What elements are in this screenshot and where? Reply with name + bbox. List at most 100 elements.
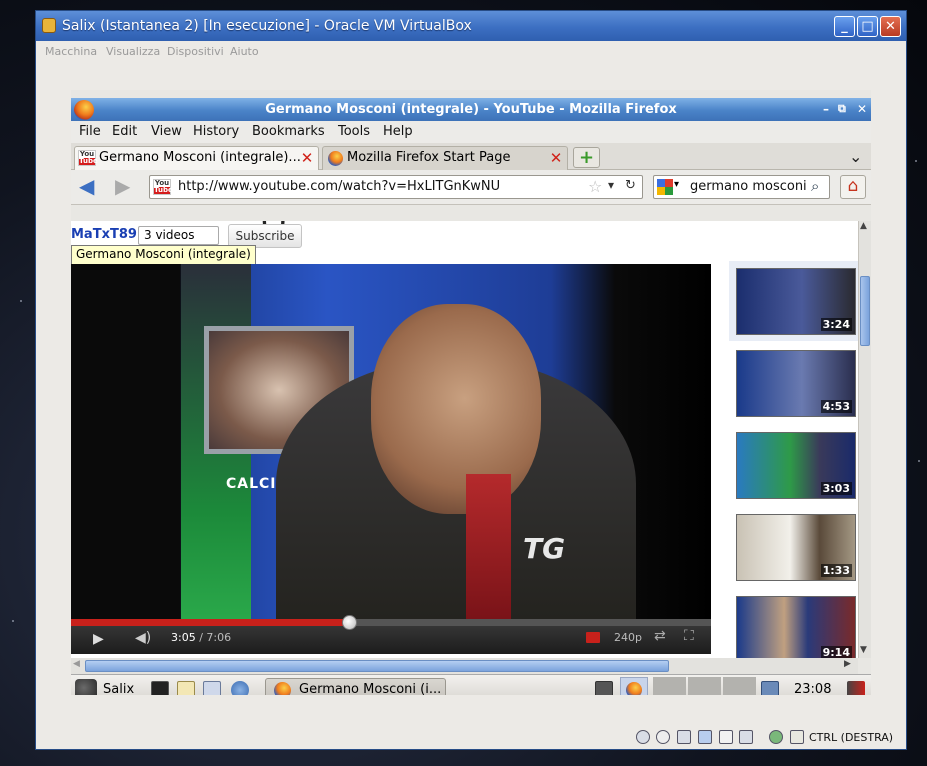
horizontal-scrollbar[interactable]: ◀ ▶ — [71, 658, 858, 674]
firefox-maximize-button[interactable]: ⧉ — [838, 102, 846, 116]
home-icon[interactable]: ⌂ — [840, 175, 866, 199]
tab-strip: You Tube Germano Mosconi (integrale)... ✕… — [71, 143, 871, 170]
minimize-button[interactable]: _ — [834, 16, 855, 37]
workspace-3[interactable] — [688, 677, 721, 695]
popout-icon[interactable]: ⇄ — [654, 628, 666, 644]
scroll-down-icon[interactable]: ▼ — [860, 645, 867, 655]
display-icon[interactable] — [739, 730, 753, 744]
tab-close-icon[interactable]: ✕ — [300, 151, 314, 166]
tab-start-page[interactable]: Mozilla Firefox Start Page ✕ — [322, 146, 568, 170]
horizontal-scroll-thumb[interactable] — [85, 660, 669, 672]
search-bar[interactable]: ▾ ⌕ — [653, 175, 830, 199]
virtualbox-statusbar: CTRL (DESTRA) — [36, 725, 906, 749]
related-video-thumb[interactable]: 4:53 — [736, 350, 856, 417]
menu-aiuto[interactable]: Aiuto — [230, 45, 259, 58]
play-icon[interactable]: ▶ — [93, 631, 104, 647]
usb-icon[interactable] — [677, 730, 691, 744]
start-menu-button[interactable]: Salix — [103, 682, 134, 695]
network-adapter-icon[interactable] — [698, 730, 712, 744]
vertical-scrollbar[interactable]: ▲ ▼ — [858, 221, 871, 658]
tab-close-icon[interactable]: ✕ — [549, 151, 563, 166]
browser-launcher-icon[interactable] — [231, 681, 249, 695]
menu-bookmarks[interactable]: Bookmarks — [252, 124, 325, 139]
taskbar-window-button[interactable]: Germano Mosconi (i... — [265, 678, 446, 695]
guest-screen[interactable]: Germano Mosconi (integrale) - YouTube - … — [71, 90, 871, 695]
firefox-taskbar-icon — [274, 682, 291, 695]
tooltip: Germano Mosconi (integrale) — [71, 245, 256, 265]
menu-edit[interactable]: Edit — [112, 124, 137, 139]
menu-tools[interactable]: Tools — [338, 124, 370, 139]
related-video-thumb[interactable]: 9:14 — [736, 596, 856, 658]
quality-selector[interactable]: 240p — [614, 631, 642, 644]
workspace-2[interactable] — [653, 677, 686, 695]
menu-view[interactable]: View — [151, 124, 182, 139]
back-button[interactable]: ◀ — [79, 176, 94, 196]
salix-logo-icon[interactable] — [75, 679, 97, 695]
scroll-right-icon[interactable]: ▶ — [844, 659, 851, 669]
menu-dispositivi[interactable]: Dispositivi — [167, 45, 224, 58]
menu-visualizza[interactable]: Visualizza — [106, 45, 160, 58]
tab-list-button[interactable]: ⌄ — [849, 147, 862, 166]
capture-icon[interactable] — [769, 730, 783, 744]
optical-drive-icon[interactable] — [656, 730, 670, 744]
close-button[interactable]: ✕ — [880, 16, 901, 37]
tab-youtube[interactable]: You Tube Germano Mosconi (integrale)... ✕ — [74, 146, 319, 170]
forward-button[interactable]: ▶ — [115, 176, 130, 196]
workspace-1[interactable] — [620, 677, 648, 695]
workspace-4[interactable] — [723, 677, 756, 695]
firefox-titlebar[interactable]: Germano Mosconi (integrale) - YouTube - … — [71, 98, 871, 121]
url-input[interactable] — [178, 179, 578, 194]
volume-icon[interactable]: ◀) — [135, 630, 151, 646]
search-icon[interactable]: ⌕ — [811, 177, 819, 195]
terminal-icon[interactable] — [151, 681, 169, 695]
maximize-button[interactable]: □ — [857, 16, 878, 37]
text-editor-icon[interactable] — [177, 681, 195, 695]
navigation-toolbar: ◀ ▶ YouTube ☆ ▾ ↻ ▾ ⌕ ⌂ — [71, 170, 871, 205]
url-dropdown-icon[interactable]: ▾ — [608, 178, 614, 192]
hard-disk-icon[interactable] — [636, 730, 650, 744]
videos-count-dropdown[interactable]: 3 videos — [138, 226, 219, 245]
search-input[interactable] — [690, 179, 810, 194]
google-search-engine-icon[interactable] — [657, 179, 673, 195]
scrubber-handle[interactable] — [341, 615, 357, 630]
time-display: 3:05 / 7:06 — [171, 631, 231, 644]
related-video-thumb[interactable]: 3:03 — [736, 432, 856, 499]
duration-label: 9:14 — [820, 646, 852, 658]
site-identity-icon[interactable]: You Tube — [153, 179, 173, 195]
video-player[interactable]: CALCIO TG ▶ ◀) 3:05 / 7:06 240p ⇄ ⛶ — [71, 264, 711, 654]
file-manager-icon[interactable] — [203, 681, 221, 695]
reload-icon[interactable]: ↻ — [625, 178, 636, 193]
url-bar[interactable]: YouTube ☆ ▾ ↻ — [149, 175, 643, 199]
menu-file[interactable]: File — [79, 124, 101, 139]
virtualbox-titlebar[interactable]: Salix (Istantanea 2) [In esecuzione] - O… — [36, 11, 906, 41]
menu-help[interactable]: Help — [383, 124, 413, 139]
fullscreen-icon[interactable]: ⛶ — [684, 628, 694, 644]
channel-link[interactable]: MaTxT89 — [71, 227, 137, 242]
related-video-thumb[interactable]: 1:33 — [736, 514, 856, 581]
menu-history[interactable]: History — [193, 124, 239, 139]
engine-dropdown-icon[interactable]: ▾ — [674, 179, 679, 190]
bookmark-star-icon[interactable]: ☆ — [588, 177, 602, 196]
vertical-scroll-thumb[interactable] — [860, 276, 870, 346]
related-video-thumb[interactable]: 3:24 — [736, 268, 856, 335]
scroll-left-icon[interactable]: ◀ — [73, 659, 80, 669]
firefox-workspace-icon — [626, 682, 642, 695]
video-frame[interactable]: CALCIO TG — [71, 264, 711, 619]
firefox-menubar: File Edit View History Bookmarks Tools H… — [71, 121, 871, 143]
duration-label: 3:03 — [820, 482, 852, 495]
firefox-close-button[interactable]: ✕ — [857, 102, 867, 116]
annotations-icon[interactable] — [586, 632, 600, 643]
time-total: 7:06 — [206, 631, 232, 644]
duration-label: 3:24 — [820, 318, 852, 331]
progress-bar[interactable] — [71, 615, 711, 630]
shared-folders-icon[interactable] — [719, 730, 733, 744]
firefox-minimize-button[interactable]: – — [823, 102, 829, 116]
new-tab-button[interactable]: + — [573, 147, 600, 168]
logout-icon[interactable] — [847, 681, 865, 695]
show-desktop-icon[interactable] — [761, 681, 779, 695]
page-content[interactable]: ( ) MaTxT89 3 videos Subscribe Germano M… — [71, 221, 858, 658]
menu-macchina[interactable]: Macchina — [45, 45, 97, 58]
mouse-integration-icon[interactable] — [790, 730, 804, 744]
scroll-up-icon[interactable]: ▲ — [860, 221, 867, 231]
network-icon[interactable] — [595, 681, 613, 695]
